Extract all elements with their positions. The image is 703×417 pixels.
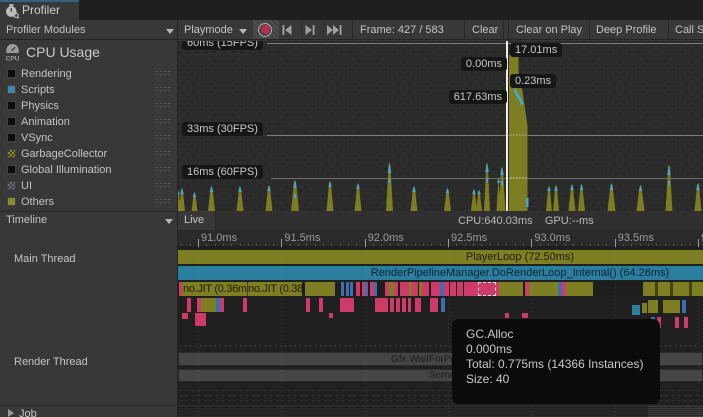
- svg-text:CPU: CPU: [6, 55, 20, 62]
